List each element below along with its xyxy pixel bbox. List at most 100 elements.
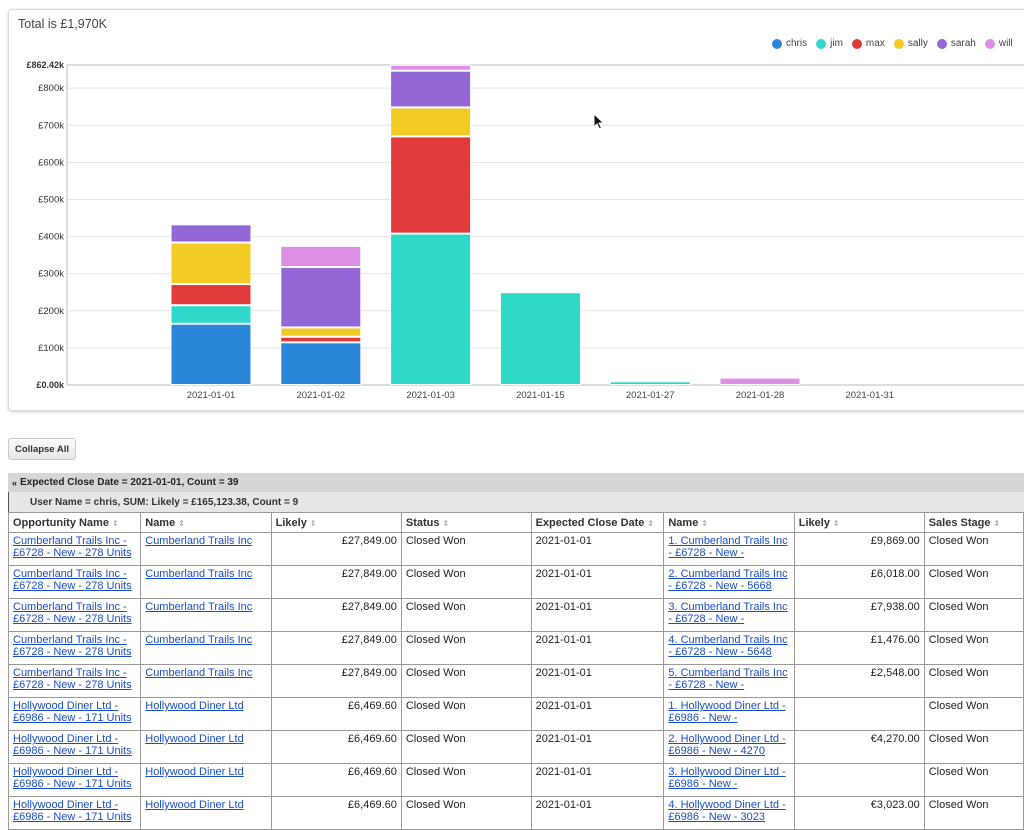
- close-date-cell: 2021-01-01: [530, 565, 665, 599]
- account-name-link[interactable]: Hollywood Diner Ltd: [145, 700, 243, 712]
- x-tick-label: 2021-01-02: [296, 390, 345, 401]
- line-item-name-link[interactable]: 3. Hollywood Diner Ltd - £6986 - New -: [668, 766, 785, 790]
- sales-stage-cell: Closed Won: [923, 598, 1024, 632]
- opportunity-name-link[interactable]: Hollywood Diner Ltd - £6986 - New - 171 U…: [13, 700, 132, 724]
- close-date-cell: 2021-01-01: [530, 664, 665, 698]
- bar-segment-sarah: [170, 224, 252, 243]
- table-row: Cumberland Trails Inc - £6728 - New - 278…: [7, 664, 1024, 698]
- y-tick-label: £100k: [38, 343, 64, 354]
- sort-icon[interactable]: ⇕: [833, 519, 840, 528]
- group-header-close-date[interactable]: « Expected Close Date = 2021-01-01, Coun…: [8, 473, 1024, 493]
- line-item-name-link[interactable]: 5. Cumberland Trails Inc - £6728 - New -: [668, 667, 787, 691]
- opportunity-name-link[interactable]: Cumberland Trails Inc - £6728 - New - 278…: [13, 634, 132, 658]
- sort-icon[interactable]: ⇕: [647, 519, 654, 528]
- status-cell: Closed Won: [400, 763, 532, 797]
- column-header[interactable]: Status ⇕: [400, 512, 532, 533]
- column-header[interactable]: Likely ⇕: [270, 512, 402, 533]
- sort-icon[interactable]: ⇕: [112, 519, 119, 528]
- table-cell: 4. Hollywood Diner Ltd - £6986 - New - 30…: [663, 796, 795, 830]
- account-name-link[interactable]: Hollywood Diner Ltd: [145, 733, 243, 745]
- likely-cell: £6,469.60: [270, 697, 402, 731]
- opportunity-name-link[interactable]: Cumberland Trails Inc - £6728 - New - 278…: [13, 535, 132, 559]
- subgroup-header-label: User Name = chris, SUM: Likely = £165,12…: [30, 496, 299, 508]
- opportunity-name-link[interactable]: Cumberland Trails Inc - £6728 - New - 278…: [13, 601, 132, 625]
- line-item-name-link[interactable]: 3. Cumberland Trails Inc - £6728 - New -: [668, 601, 787, 625]
- table-cell: Cumberland Trails Inc - £6728 - New - 278…: [7, 598, 142, 632]
- account-name-link[interactable]: Cumberland Trails Inc: [145, 634, 252, 646]
- y-tick-label: £862.42k: [26, 60, 65, 70]
- subgroup-header-user[interactable]: User Name = chris, SUM: Likely = £165,12…: [8, 492, 1024, 512]
- account-name-link[interactable]: Cumberland Trails Inc: [145, 667, 252, 679]
- sort-icon[interactable]: ⇕: [993, 519, 1000, 528]
- bar-segment-max: [280, 336, 362, 343]
- sales-stage-cell: Closed Won: [923, 532, 1024, 566]
- status-cell: Closed Won: [400, 730, 532, 764]
- line-likely-cell: €4,270.00: [793, 730, 925, 764]
- table-cell: Hollywood Diner Ltd - £6986 - New - 171 U…: [7, 697, 142, 731]
- table-cell: Cumberland Trails Inc: [140, 598, 272, 632]
- line-item-name-link[interactable]: 2. Cumberland Trails Inc - £6728 - New - …: [668, 568, 787, 592]
- bar-segment-chris: [280, 342, 362, 385]
- line-item-name-link[interactable]: 4. Cumberland Trails Inc - £6728 - New - …: [668, 634, 787, 658]
- table-row: Hollywood Diner Ltd - £6986 - New - 171 U…: [7, 730, 1024, 764]
- bar-segment-sarah: [280, 267, 362, 328]
- column-header[interactable]: Expected Close Date ⇕: [530, 512, 665, 533]
- sort-icon[interactable]: ⇕: [310, 519, 317, 528]
- table-cell: 2. Cumberland Trails Inc - £6728 - New - …: [663, 565, 795, 599]
- opportunity-name-link[interactable]: Cumberland Trails Inc - £6728 - New - 278…: [13, 568, 132, 592]
- column-header[interactable]: Sales Stage ⇕: [923, 512, 1024, 533]
- opportunity-name-link[interactable]: Hollywood Diner Ltd - £6986 - New - 171 U…: [13, 799, 132, 823]
- mouse-cursor-icon: [593, 113, 605, 130]
- table-cell: Cumberland Trails Inc: [140, 631, 272, 665]
- table-cell: 1. Cumberland Trails Inc - £6728 - New -: [663, 532, 795, 566]
- y-tick-label: £500k: [38, 194, 64, 205]
- account-name-link[interactable]: Hollywood Diner Ltd: [145, 766, 243, 778]
- y-tick-label: £800k: [38, 83, 64, 94]
- column-header[interactable]: Name ⇕: [140, 512, 272, 533]
- table-cell: Cumberland Trails Inc - £6728 - New - 278…: [7, 532, 142, 566]
- column-header-label: Status: [405, 516, 440, 529]
- account-name-link[interactable]: Hollywood Diner Ltd: [145, 799, 243, 811]
- close-date-cell: 2021-01-01: [530, 730, 665, 764]
- sort-icon[interactable]: ⇕: [701, 519, 708, 528]
- column-header-label: Likely: [798, 516, 830, 529]
- table-cell: 2. Hollywood Diner Ltd - £6986 - New - 42…: [663, 730, 795, 764]
- table-row: Hollywood Diner Ltd - £6986 - New - 171 U…: [7, 763, 1024, 797]
- column-header[interactable]: Name ⇕: [663, 512, 795, 533]
- line-item-name-link[interactable]: 1. Hollywood Diner Ltd - £6986 - New -: [668, 700, 785, 724]
- line-likely-cell: £7,938.00: [793, 598, 925, 632]
- opportunity-name-link[interactable]: Hollywood Diner Ltd - £6986 - New - 171 U…: [13, 733, 132, 757]
- close-date-cell: 2021-01-01: [530, 697, 665, 731]
- account-name-link[interactable]: Cumberland Trails Inc: [145, 568, 252, 580]
- column-header[interactable]: Opportunity Name ⇕: [7, 512, 142, 533]
- close-date-cell: 2021-01-01: [530, 631, 665, 665]
- opportunity-name-link[interactable]: Cumberland Trails Inc - £6728 - New - 278…: [13, 667, 132, 691]
- y-tick-label: £600k: [38, 157, 64, 168]
- account-name-link[interactable]: Cumberland Trails Inc: [145, 535, 252, 547]
- column-header-label: Opportunity Name: [13, 516, 109, 529]
- column-header-label: Expected Close Date: [535, 516, 645, 529]
- column-header-label: Name: [668, 516, 699, 529]
- chart-panel: Total is £1,970K chris jim max sally sarah wi…: [8, 9, 1024, 411]
- likely-cell: £27,849.00: [270, 631, 402, 665]
- bar-segment-sally: [390, 107, 472, 137]
- sort-icon[interactable]: ⇕: [178, 519, 185, 528]
- line-item-name-link[interactable]: 4. Hollywood Diner Ltd - £6986 - New - 30…: [668, 799, 785, 823]
- account-name-link[interactable]: Cumberland Trails Inc: [145, 601, 252, 613]
- line-likely-cell: £1,476.00: [793, 631, 925, 665]
- column-header-label: Name: [145, 516, 176, 529]
- y-tick-label: £300k: [38, 269, 64, 280]
- collapse-all-button[interactable]: Collapse All: [8, 438, 77, 460]
- status-cell: Closed Won: [400, 631, 532, 665]
- collapse-chevron-icon[interactable]: «: [12, 478, 17, 488]
- table-cell: 5. Cumberland Trails Inc - £6728 - New -: [663, 664, 795, 698]
- table-cell: Cumberland Trails Inc: [140, 532, 272, 566]
- status-cell: Closed Won: [400, 697, 532, 731]
- column-header[interactable]: Likely ⇕: [793, 512, 925, 533]
- table-cell: Hollywood Diner Ltd: [140, 730, 272, 764]
- bar-segment-jim: [609, 381, 691, 386]
- line-item-name-link[interactable]: 2. Hollywood Diner Ltd - £6986 - New - 42…: [668, 733, 785, 757]
- sort-icon[interactable]: ⇕: [442, 519, 449, 528]
- opportunity-name-link[interactable]: Hollywood Diner Ltd - £6986 - New - 171 U…: [13, 766, 132, 790]
- line-item-name-link[interactable]: 1. Cumberland Trails Inc - £6728 - New -: [668, 535, 787, 559]
